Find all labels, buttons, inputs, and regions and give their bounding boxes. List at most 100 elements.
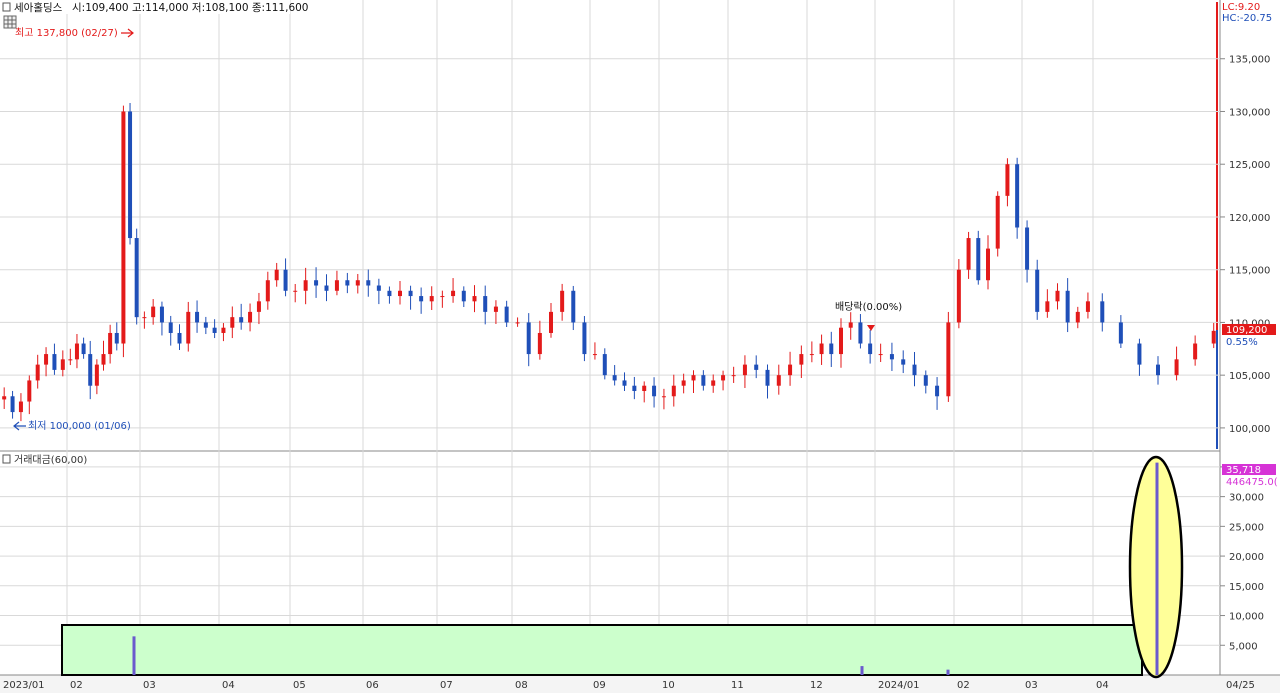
x-tick-label: 04 bbox=[222, 680, 235, 691]
candle-body bbox=[195, 311, 200, 323]
stock-chart[interactable]: 100,000105,000110,000115,000120,000125,0… bbox=[0, 0, 1280, 693]
candle-body bbox=[18, 401, 23, 413]
candle-body bbox=[560, 290, 565, 312]
candle-body bbox=[1005, 164, 1010, 196]
candle-body bbox=[44, 354, 49, 365]
candle-body bbox=[819, 343, 824, 355]
candle-body bbox=[472, 296, 477, 302]
volume-bar bbox=[132, 636, 136, 675]
candle-body bbox=[652, 385, 657, 397]
price-tick-label: 130,000 bbox=[1229, 107, 1270, 118]
candle-body bbox=[114, 332, 119, 344]
candle-body bbox=[691, 375, 696, 381]
candle-body bbox=[128, 111, 133, 239]
volume-panel-title: 거래대금(60,00) bbox=[14, 454, 87, 466]
candle-body bbox=[1211, 330, 1216, 344]
ohlc-readout: 시:109,400 고:114,000 저:108,100 종:111,600 bbox=[72, 2, 308, 14]
candle-body bbox=[742, 364, 747, 376]
candle-body bbox=[283, 269, 288, 291]
candle-body bbox=[839, 327, 843, 355]
candle-body bbox=[923, 375, 928, 386]
volume-badge-value: 35,718 bbox=[1226, 465, 1261, 476]
price-tick-label: 135,000 bbox=[1229, 55, 1270, 66]
x-tick-label: 04 bbox=[1096, 680, 1109, 691]
candle-body bbox=[121, 111, 126, 344]
volume-tick-label: 10,000 bbox=[1229, 612, 1264, 623]
candle-body bbox=[177, 332, 182, 344]
candle-body bbox=[612, 375, 617, 381]
candle-body bbox=[1025, 227, 1030, 270]
candle-body bbox=[1118, 322, 1123, 344]
candle-body bbox=[256, 301, 261, 312]
candle-body bbox=[159, 306, 164, 323]
volume-tick-label: 25,000 bbox=[1229, 522, 1264, 533]
candle-body bbox=[1035, 269, 1040, 312]
candle-body bbox=[681, 380, 686, 386]
candle-body bbox=[419, 296, 424, 302]
candle-body bbox=[88, 354, 93, 386]
volume-badge-value2: 446475.0( bbox=[1226, 477, 1278, 488]
candle-body bbox=[642, 385, 647, 391]
candle-body bbox=[293, 290, 298, 292]
candle-body bbox=[248, 311, 253, 323]
candle-body bbox=[314, 280, 319, 286]
last-price-text: 109,200 bbox=[1226, 325, 1267, 336]
candle-body bbox=[10, 396, 15, 413]
stock-name: 세아홀딩스 bbox=[14, 1, 63, 14]
candle-body bbox=[956, 269, 961, 323]
candle-body bbox=[878, 354, 883, 356]
candle-body bbox=[776, 375, 781, 386]
candle-body bbox=[230, 317, 235, 328]
candle-body bbox=[376, 285, 381, 291]
candle-body bbox=[408, 290, 413, 297]
candle-body bbox=[186, 311, 191, 344]
candle-body bbox=[68, 359, 73, 361]
candle-body bbox=[868, 343, 873, 355]
candle-body bbox=[1100, 301, 1105, 323]
candle-body bbox=[799, 354, 804, 365]
candle-body bbox=[151, 306, 156, 318]
x-tick-label: 12 bbox=[810, 680, 823, 691]
high-annotation: 최고 137,800 (02/27) bbox=[15, 27, 118, 39]
candle-body bbox=[1065, 290, 1070, 323]
candle-body bbox=[355, 280, 360, 286]
candle-body bbox=[889, 354, 894, 360]
candle-body bbox=[829, 343, 834, 355]
candle-body bbox=[976, 238, 981, 281]
x-tick-label: 09 bbox=[593, 680, 606, 691]
candle-body bbox=[721, 375, 726, 381]
candle-body bbox=[1156, 364, 1160, 376]
candle-body bbox=[142, 317, 147, 319]
candle-body bbox=[1137, 343, 1142, 365]
candle-body bbox=[661, 396, 666, 398]
candle-body bbox=[935, 385, 940, 397]
last-change-text: 0.55% bbox=[1226, 337, 1258, 348]
candle-body bbox=[711, 380, 716, 386]
candle-body bbox=[265, 280, 270, 302]
candle-body bbox=[526, 322, 531, 355]
x-tick-label: 02 bbox=[70, 680, 83, 691]
price-tick-label: 120,000 bbox=[1229, 213, 1270, 224]
candle-body bbox=[387, 290, 392, 297]
x-axis-band bbox=[0, 675, 1280, 693]
volume-tick-label: 5,000 bbox=[1229, 641, 1258, 652]
candle-body bbox=[731, 375, 736, 377]
candle-body bbox=[483, 296, 488, 312]
price-tick-label: 115,000 bbox=[1229, 266, 1270, 277]
candle-body bbox=[493, 306, 498, 312]
hc-readout: HC:-20.75 bbox=[1222, 13, 1272, 24]
candle-body bbox=[754, 364, 759, 370]
candle-body bbox=[537, 332, 542, 355]
candle-body bbox=[1193, 343, 1198, 360]
candle-body bbox=[515, 322, 520, 324]
candle-body bbox=[701, 375, 706, 386]
volume-bar bbox=[1155, 462, 1159, 675]
candle-body bbox=[632, 385, 637, 391]
candle-body bbox=[788, 364, 793, 376]
grid-settings-icon[interactable] bbox=[3, 15, 17, 29]
x-tick-label: 08 bbox=[515, 680, 528, 691]
candle-body bbox=[398, 290, 402, 297]
candle-body bbox=[1055, 290, 1060, 302]
candle-body bbox=[345, 280, 350, 286]
x-tick-label: 05 bbox=[293, 680, 306, 691]
